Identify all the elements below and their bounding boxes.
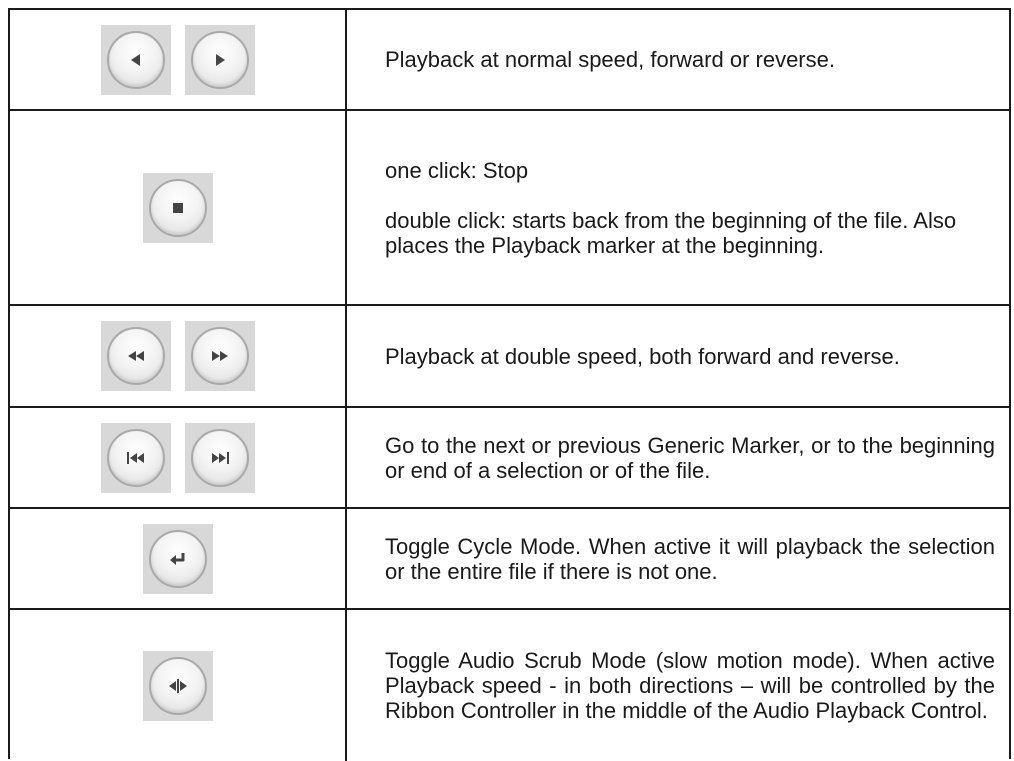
description-text: double click: starts back from the begin… bbox=[385, 207, 957, 258]
cycle-mode-button[interactable] bbox=[142, 523, 213, 594]
description-cell: Playback at double speed, both forward a… bbox=[347, 306, 1009, 406]
play-reverse-button[interactable] bbox=[100, 24, 171, 95]
description-text: Toggle Audio Scrub Mode (slow motion mod… bbox=[385, 648, 995, 723]
description-cell: Go to the next or previous Generic Marke… bbox=[347, 408, 1009, 507]
skip-to-previous-icon bbox=[126, 451, 144, 464]
stop-button[interactable] bbox=[142, 172, 213, 243]
icon-cell bbox=[10, 306, 347, 406]
skip-to-next-button[interactable] bbox=[184, 422, 255, 493]
description-cell: Playback at normal speed, forward or rev… bbox=[347, 10, 1009, 109]
fast-forward-icon bbox=[211, 351, 228, 361]
cycle-mode-icon bbox=[169, 552, 184, 565]
table-row: Toggle Cycle Mode. When active it will p… bbox=[10, 509, 1009, 610]
icon-cell bbox=[10, 10, 347, 109]
table-row: Playback at normal speed, forward or rev… bbox=[10, 10, 1009, 111]
table-row: one click: Stop double click: starts bac… bbox=[10, 111, 1009, 306]
play-forward-icon bbox=[215, 53, 225, 66]
table-row: Playback at double speed, both forward a… bbox=[10, 306, 1009, 408]
table-row: Go to the next or previous Generic Marke… bbox=[10, 408, 1009, 509]
table-row: Toggle Audio Scrub Mode (slow motion mod… bbox=[10, 610, 1009, 761]
description-text: Playback at double speed, both forward a… bbox=[385, 343, 900, 369]
fast-forward-button[interactable] bbox=[184, 321, 255, 391]
description-text: Go to the next or previous Generic Marke… bbox=[385, 432, 995, 483]
fast-reverse-icon bbox=[127, 351, 144, 361]
stop-icon bbox=[172, 202, 183, 213]
icon-cell bbox=[10, 509, 347, 608]
description-text: Toggle Cycle Mode. When active it will p… bbox=[385, 533, 995, 584]
description-cell: Toggle Cycle Mode. When active it will p… bbox=[347, 509, 1009, 608]
description-text: Playback at normal speed, forward or rev… bbox=[385, 47, 835, 72]
description-cell: Toggle Audio Scrub Mode (slow motion mod… bbox=[347, 610, 1009, 761]
icon-cell bbox=[10, 408, 347, 507]
controls-table: Playback at normal speed, forward or rev… bbox=[8, 8, 1011, 761]
audio-scrub-icon bbox=[168, 678, 187, 693]
skip-to-previous-button[interactable] bbox=[100, 422, 171, 493]
icon-cell bbox=[10, 610, 347, 761]
fast-reverse-button[interactable] bbox=[100, 321, 171, 391]
audio-scrub-button[interactable] bbox=[142, 650, 213, 721]
description-text: one click: Stop bbox=[385, 157, 529, 183]
description-cell: one click: Stop double click: starts bac… bbox=[347, 111, 1009, 304]
skip-to-next-icon bbox=[211, 451, 229, 464]
play-forward-button[interactable] bbox=[184, 24, 255, 95]
play-reverse-icon bbox=[130, 53, 140, 66]
icon-cell bbox=[10, 111, 347, 304]
